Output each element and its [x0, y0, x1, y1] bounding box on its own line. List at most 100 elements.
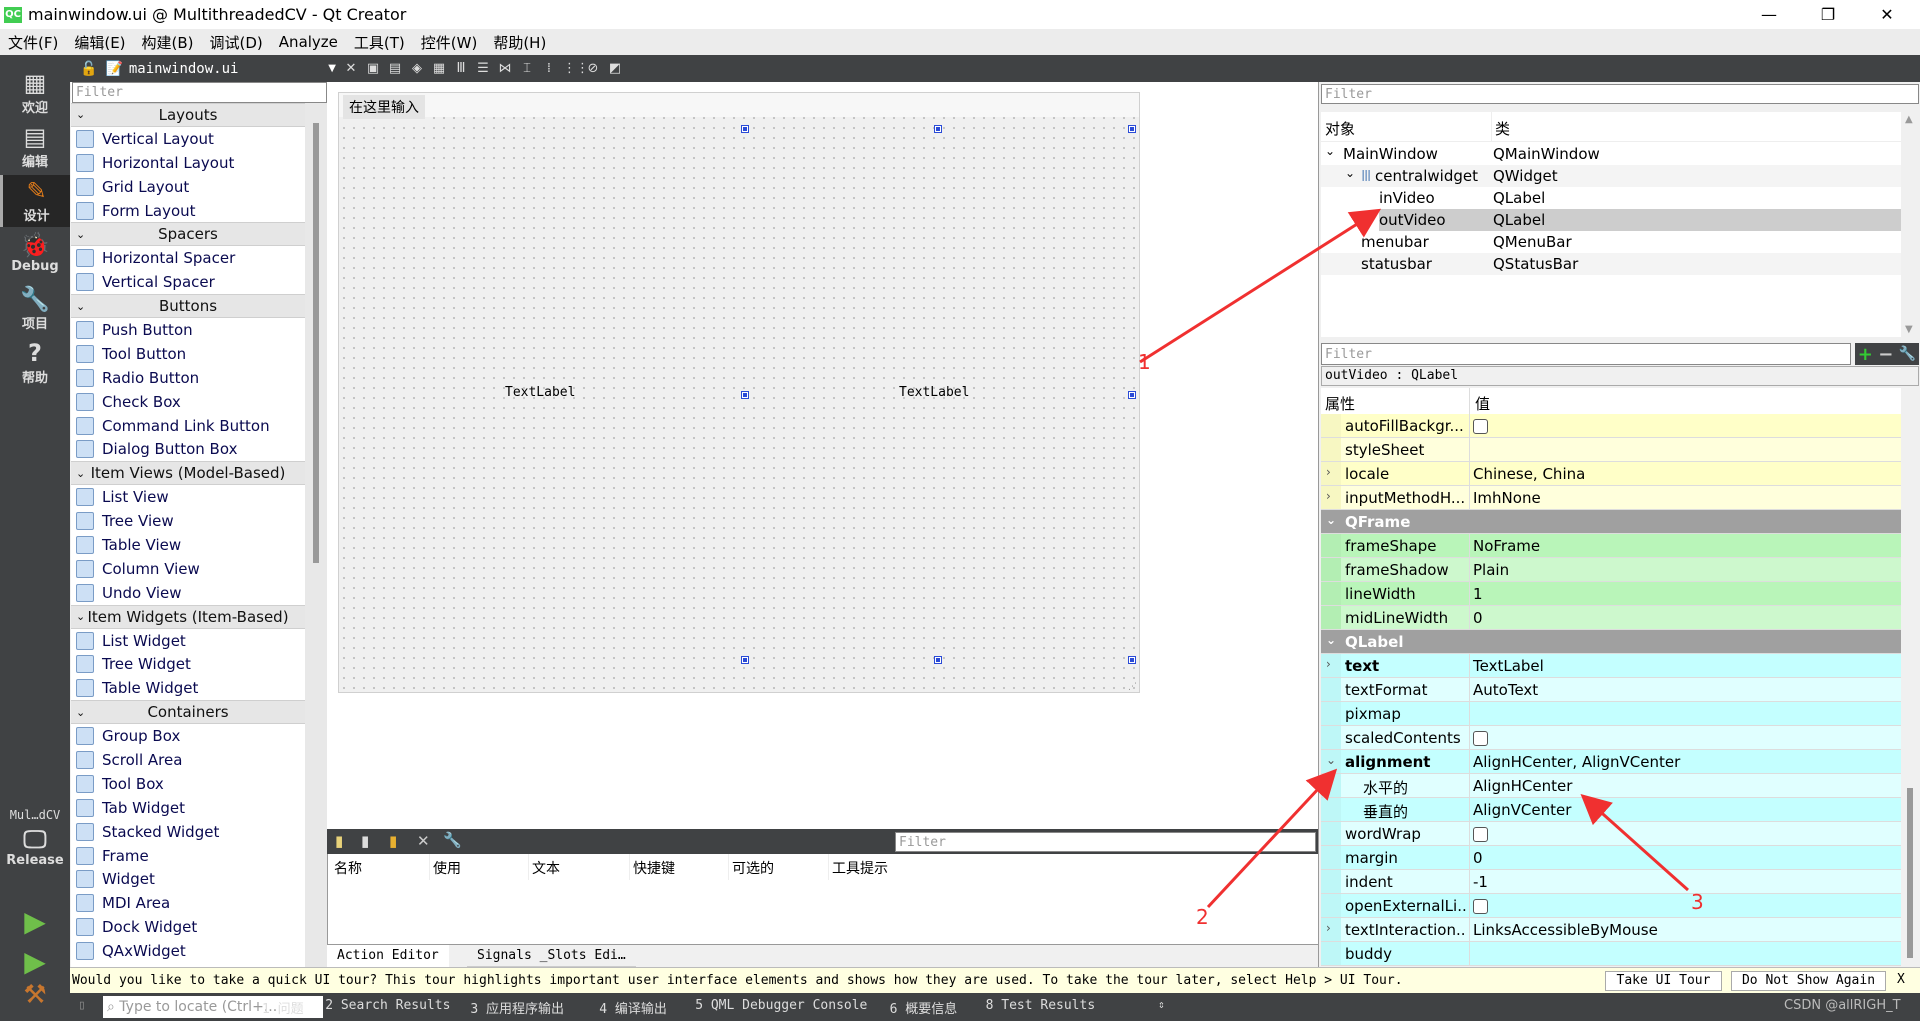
layout-horizontal-icon[interactable]: Ⅲ [453, 61, 469, 77]
column-header[interactable]: 名称 [334, 858, 362, 878]
mode-pencil[interactable]: ✎ 设计 [0, 175, 70, 227]
column-header[interactable]: 工具提示 [832, 858, 888, 878]
object-row-outVideo[interactable]: outVideo QLabel [1379, 209, 1901, 231]
debug-run-button[interactable]: ▶ [0, 945, 70, 978]
widget-item-dock-widget[interactable]: Dock Widget [71, 915, 305, 939]
selection-handle[interactable] [934, 125, 942, 133]
property-row-alignment[interactable]: ⌄ alignment AlignHCenter, AlignVCenter [1321, 750, 1901, 774]
widget-item-tool-box[interactable]: Tool Box [71, 772, 305, 796]
selection-handle[interactable] [741, 391, 749, 399]
object-row-inVideo[interactable]: inVideo QLabel [1321, 187, 1901, 209]
widget-item-check-box[interactable]: Check Box [71, 390, 305, 414]
chevron-right-icon[interactable]: › [1326, 465, 1331, 479]
selection-handle[interactable] [1128, 656, 1136, 664]
scroll-down-icon[interactable]: ▼ [1905, 324, 1913, 335]
adjust-size-icon[interactable]: ◩ [607, 61, 623, 77]
property-row-wordwrap[interactable]: wordWrap [1321, 822, 1901, 846]
wrench-icon[interactable]: 🔧 [443, 831, 462, 849]
property-value[interactable]: 0 [1473, 609, 1483, 627]
layout-form-icon[interactable]: ⁞ [541, 61, 557, 77]
output-tab-3[interactable]: 4 编译输出 [599, 998, 667, 1017]
chevron-down-icon[interactable]: ⌄ [1326, 753, 1336, 767]
open-file-combo[interactable]: 🔓 📝 mainwindow.ui ▼ [70, 55, 340, 82]
property-checkbox[interactable] [1473, 417, 1488, 435]
property-row-margin[interactable]: margin 0 [1321, 846, 1901, 870]
menu-3[interactable]: 调试(D) [210, 32, 263, 53]
output-tab-2[interactable]: 3 应用程序输出 [470, 998, 564, 1017]
menu-0[interactable]: 文件(F) [8, 32, 58, 53]
object-filter-input[interactable]: Filter [1321, 84, 1919, 104]
menu-type-here[interactable]: 在这里输入 [343, 95, 425, 119]
edit-signals-slots-icon[interactable]: ▤ [387, 61, 403, 77]
widget-item-tree-view[interactable]: Tree View [71, 509, 305, 533]
property-row-buddy[interactable]: buddy [1321, 942, 1901, 966]
property-value[interactable]: AlignHCenter [1473, 777, 1572, 795]
object-inspector-scrollbar[interactable]: ▲ ▼ [1901, 112, 1919, 337]
output-tab-6[interactable]: 8 Test Results [986, 998, 1096, 1013]
add-property-icon[interactable]: + [1858, 344, 1873, 365]
remove-property-icon[interactable]: − [1878, 344, 1893, 365]
menu-7[interactable]: 帮助(H) [493, 32, 546, 53]
mode-bug[interactable]: 🐞 Debug [0, 229, 70, 281]
run-button[interactable]: ▶ [0, 905, 70, 938]
widget-item-stacked-widget[interactable]: Stacked Widget [71, 820, 305, 844]
toggle-sidebar-icon[interactable]: ▯ [78, 998, 86, 1013]
chevron-down-icon[interactable]: ⌄ [1325, 144, 1335, 158]
widget-filter-input[interactable]: Filter [72, 82, 327, 103]
chevron-right-icon[interactable]: › [1326, 921, 1331, 935]
object-row-menubar[interactable]: menubar QMenuBar [1321, 231, 1901, 253]
take-ui-tour-button[interactable]: Take UI Tour [1605, 971, 1722, 991]
column-property[interactable]: 属性 [1325, 393, 1355, 414]
property-value[interactable]: -1 [1473, 873, 1488, 891]
menu-4[interactable]: Analyze [279, 33, 338, 51]
widget-item-horizontal-layout[interactable]: Horizontal Layout [71, 151, 305, 175]
property-row-indent[interactable]: indent -1 [1321, 870, 1901, 894]
copy-action-icon[interactable]: ▮ [361, 832, 369, 850]
minimize-button[interactable]: — [1746, 0, 1792, 29]
break-layout-icon[interactable]: ⊘ [585, 61, 601, 77]
menu-5[interactable]: 工具(T) [354, 32, 405, 53]
widget-box-scrollbar[interactable] [305, 103, 327, 967]
property-checkbox[interactable] [1473, 825, 1488, 843]
column-class[interactable]: 类 [1495, 118, 1510, 139]
delete-action-icon[interactable]: ✕ [417, 832, 430, 850]
mode-document[interactable]: ▤ 编辑 [0, 121, 70, 173]
column-header[interactable]: 使用 [433, 858, 461, 878]
widget-item-vertical-spacer[interactable]: Vertical Spacer [71, 270, 305, 294]
action-table[interactable] [327, 880, 1318, 944]
property-row-locale[interactable]: › locale Chinese, China [1321, 462, 1901, 486]
widget-item-radio-button[interactable]: Radio Button [71, 366, 305, 390]
property-scrollbar[interactable] [1901, 388, 1919, 967]
property-value[interactable]: 0 [1473, 849, 1483, 867]
widget-item-form-layout[interactable]: Form Layout [71, 199, 305, 223]
widget-item-push-button[interactable]: Push Button [71, 318, 305, 342]
property-checkbox[interactable] [1473, 897, 1488, 915]
scrollbar-thumb[interactable] [1907, 788, 1913, 958]
column-header[interactable]: 可选的 [732, 858, 774, 878]
scrollbar-thumb[interactable] [313, 123, 319, 563]
selection-handle[interactable] [934, 656, 942, 664]
selection-handle[interactable] [741, 656, 749, 664]
build-button[interactable]: ⚒ [0, 980, 70, 1010]
column-header[interactable]: 文本 [532, 858, 560, 878]
mode-grid[interactable]: ▦ 欢迎 [0, 67, 70, 119]
property-value[interactable]: AutoText [1473, 681, 1538, 699]
new-action-icon[interactable]: ▮ [335, 832, 343, 850]
property-value[interactable]: ImhNone [1473, 489, 1541, 507]
wrench-icon[interactable]: 🔧 [1899, 346, 1916, 362]
mode-help[interactable]: ? 帮助 [0, 337, 70, 389]
property-value[interactable]: AlignVCenter [1473, 801, 1571, 819]
selection-handle[interactable] [1128, 391, 1136, 399]
more-panes-icon[interactable]: ⇕ [1158, 998, 1165, 1011]
close-button[interactable]: ✕ [1864, 0, 1910, 29]
menu-6[interactable]: 控件(W) [421, 32, 478, 53]
main-window-form[interactable]: 在这里输入 TextLabel TextLabel ⋰ [338, 92, 1140, 693]
property-row-frameshadow[interactable]: frameShadow Plain [1321, 558, 1901, 582]
edit-buddies-icon[interactable]: ◈ [409, 61, 425, 77]
property-row-midlinewidth[interactable]: midLineWidth 0 [1321, 606, 1901, 630]
section-qframe[interactable]: ⌄ QFrame [1321, 510, 1901, 534]
property-row-textinteraction[interactable]: › textInteraction... LinksAccessibleByMous… [1321, 918, 1901, 942]
property-row-stylesheet[interactable]: styleSheet [1321, 438, 1901, 462]
property-value[interactable]: TextLabel [1473, 657, 1544, 675]
widget-item-tool-button[interactable]: Tool Button [71, 342, 305, 366]
